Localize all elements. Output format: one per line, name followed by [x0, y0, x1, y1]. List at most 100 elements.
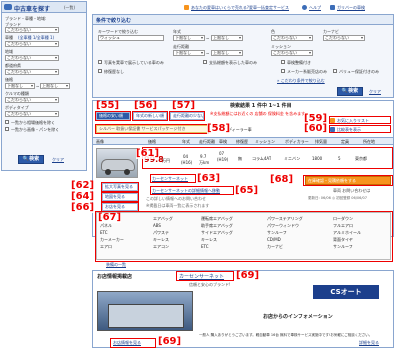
- car-model-select[interactable]: こだわらない: [5, 41, 59, 47]
- exclude-market-price-label: 一覧から相場価格を除く: [11, 120, 55, 125]
- car-sell-icon: [184, 5, 189, 10]
- price-range-tilde: ~: [36, 84, 40, 89]
- callout-66: [66]: [71, 202, 95, 213]
- maker-dealer-label: メーカー系販売店のみ: [287, 69, 327, 74]
- filter-panel: 条件で絞り込む キーワードで絞り込む ウィッシュ 年式 下限なし ~ 上限なし …: [92, 14, 394, 98]
- annotation-box-65: [150, 186, 234, 195]
- annotation-box-67: [95, 211, 393, 262]
- equipment-list-link[interactable]: 装備の一覧: [106, 262, 126, 268]
- callout-64: [64]: [71, 191, 95, 202]
- left-clear-link[interactable]: クリア: [52, 157, 64, 163]
- no-repair-checkbox[interactable]: [98, 69, 102, 73]
- annotation-box-69b: [110, 338, 156, 348]
- col-repair: 修復歴: [236, 139, 248, 144]
- photo-only-label: 写真を実車で展示している車のみ: [104, 60, 164, 65]
- year-low-select[interactable]: 下限なし: [173, 35, 205, 41]
- callout-69b: [69]: [158, 336, 182, 347]
- car-sell-link[interactable]: あなたの愛車はいくらで売れる?愛車一括査定サービス: [191, 5, 289, 11]
- shop-building-shape: [108, 304, 184, 328]
- annotation-box-58: [95, 124, 209, 134]
- inspection-checkbox[interactable]: [281, 60, 285, 64]
- help-icon: [302, 5, 307, 10]
- car-type-select[interactable]: こだわらない: [5, 97, 59, 103]
- annotation-box-62: [101, 182, 139, 192]
- body-type-select[interactable]: こだわらない: [5, 111, 59, 117]
- col-mileage: 走行距離: [199, 139, 215, 144]
- col-price: 価格: [148, 139, 156, 144]
- annotation-box-55: [95, 111, 131, 121]
- value-warranty-checkbox[interactable]: [333, 69, 337, 73]
- shop-section: お店情報掲載店 カーセンサーネット 信頼と安心のブランド! CSオート お店から…: [92, 270, 394, 348]
- callout-68: [68]: [270, 174, 294, 185]
- col-displacement: 排気量: [315, 139, 327, 144]
- inspection-label: 車検整備付き: [287, 60, 311, 65]
- row-hint-1: この詳しい情報へのお問い合わせ: [146, 196, 206, 201]
- car-photo[interactable]: [96, 148, 138, 178]
- table-header: 画像 価格 年式 走行距離 車検 修復歴 ミッション ボディカラー 排気量 定員…: [93, 137, 393, 145]
- maker-dealer-checkbox[interactable]: [281, 69, 285, 73]
- col-seats: 定員: [341, 139, 349, 144]
- price-low-select[interactable]: 下限なし: [5, 83, 35, 89]
- total-price-checkbox[interactable]: [203, 60, 207, 64]
- filter-panel-header: 条件で絞り込む: [93, 15, 393, 25]
- col-year: 年式: [182, 139, 190, 144]
- filter-clear-link[interactable]: クリア: [369, 89, 381, 95]
- year-high-select[interactable]: 上限なし: [211, 35, 243, 41]
- callout-65: [65]: [235, 185, 259, 196]
- callout-69a: [69]: [236, 270, 260, 281]
- mission-select[interactable]: こだわらない: [271, 50, 313, 56]
- mileage-high-select[interactable]: 上限なし: [211, 50, 243, 56]
- annotation-box-69a: [176, 271, 234, 281]
- shop-ad-text: 信頼と安心のブランド!: [189, 282, 231, 287]
- help-link[interactable]: ヘルプ: [309, 5, 321, 11]
- col-region: 所在地: [363, 139, 375, 144]
- annotation-box-63: [150, 174, 196, 183]
- callout-67: [67]: [98, 212, 122, 223]
- left-search-button[interactable]: 🔍検索: [18, 155, 44, 164]
- dealer-label: ディーラー車: [228, 127, 252, 132]
- shop-section-title: お店情報掲載店: [97, 274, 133, 280]
- col-image: 画像: [96, 139, 104, 144]
- annotation-box-60: [329, 125, 391, 133]
- col-mission: ミッション: [255, 139, 275, 144]
- filter-search-button[interactable]: 🔍検索: [337, 87, 363, 96]
- brand-select[interactable]: こだわらない: [5, 27, 59, 33]
- price-high-select[interactable]: 上限なし: [40, 83, 70, 89]
- exclude-market-price-checkbox[interactable]: [5, 120, 9, 124]
- col-shaken: 車検: [219, 139, 227, 144]
- car-wheel-rear: [124, 169, 130, 175]
- year-tilde: ~: [206, 36, 210, 41]
- results-notice: ※支払総額にはお近くの 店舗の 保険料金 を含みます: [210, 111, 306, 116]
- callout-61: [61]: [136, 148, 160, 159]
- mileage-low-select[interactable]: 下限なし: [173, 50, 205, 56]
- shop-info-more-link[interactable]: 詳細を見る: [359, 340, 379, 346]
- color-select[interactable]: こだわらない: [271, 35, 313, 41]
- inspection-link[interactable]: ガリバーの車検: [337, 5, 365, 11]
- left-panel-title-suffix: (一覧): [64, 5, 76, 10]
- value-warranty-label: バリュー保証付きのみ: [339, 69, 379, 74]
- callout-55: [55]: [96, 100, 120, 111]
- callout-63: [63]: [197, 173, 221, 184]
- filter-panel-title: 条件で絞り込む: [96, 18, 132, 24]
- row-hint-2: ※掲載日は車両一覧に表示されます: [146, 203, 210, 208]
- total-price-label: 支払総額を表示した車のみ: [209, 60, 257, 65]
- exclude-images-checkbox[interactable]: [5, 127, 9, 131]
- left-panel: 中古車を探す (一覧) ブランド・車種・地域: ブランド こだわらない 車種 (…: [1, 1, 87, 171]
- col-color: ボディカラー: [285, 139, 309, 144]
- pref-select[interactable]: こだわらない: [5, 69, 59, 75]
- annotation-box-68: [303, 175, 393, 186]
- shop-logo: CSオート: [313, 285, 379, 299]
- row-update-note: 更新日: 06/06 ◎ 初回登録 06/06/07: [308, 196, 367, 200]
- shop-photo: [97, 291, 193, 331]
- callout-58: [58]: [207, 123, 231, 134]
- more-conditions-link[interactable]: » こだわり条件で絞り込む: [277, 78, 325, 84]
- results-header: 検索結果 1 件中 1~1 件目: [230, 103, 292, 109]
- navi-select[interactable]: こだわらない: [323, 35, 365, 41]
- keyword-input[interactable]: ウィッシュ: [98, 35, 164, 41]
- callout-56: [56]: [134, 100, 158, 111]
- photo-only-checkbox[interactable]: [98, 60, 102, 64]
- car-icon: [4, 4, 12, 10]
- annotation-box-61: [142, 147, 393, 169]
- left-panel-header: 中古車を探す (一覧): [2, 2, 86, 13]
- region-select[interactable]: こだわらない: [5, 55, 59, 61]
